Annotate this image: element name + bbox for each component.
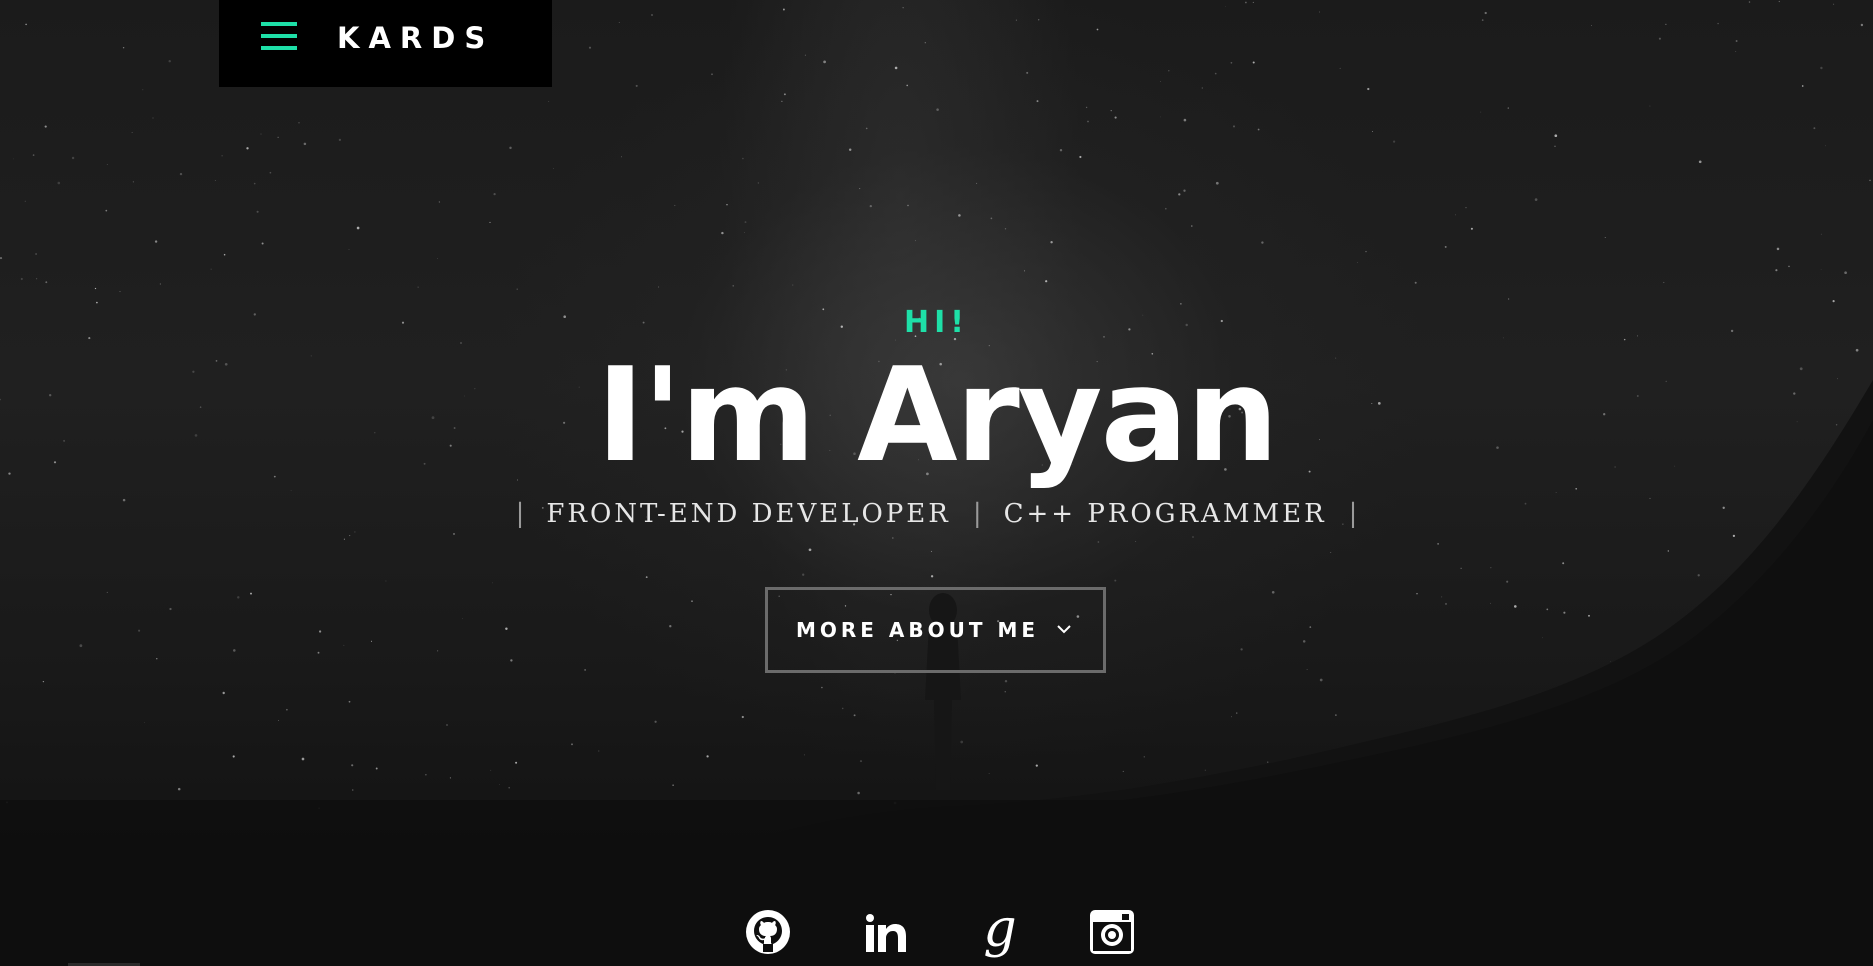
github-icon[interactable] xyxy=(744,908,792,958)
google-icon[interactable]: g xyxy=(976,908,1024,959)
hero-greeting: HI! xyxy=(904,305,969,340)
role-front-end: FRONT-END DEVELOPER xyxy=(546,499,951,529)
social-links: g xyxy=(744,908,1134,966)
role-separator: | xyxy=(1348,499,1358,529)
svg-text:g: g xyxy=(983,908,1016,959)
hero-title: I'm Aryan xyxy=(596,339,1279,491)
linkedin-icon[interactable] xyxy=(862,908,910,958)
more-about-me-label: MORE ABOUT ME xyxy=(795,618,1040,642)
more-about-me-button[interactable]: MORE ABOUT ME xyxy=(765,587,1106,673)
hero-section: HI! I'm Aryan | FRONT-END DEVELOPER | C++ P… xyxy=(0,0,1873,966)
chevron-down-icon xyxy=(1053,590,1075,670)
role-cpp: C++ PROGRAMMER xyxy=(1003,499,1327,529)
instagram-icon[interactable] xyxy=(1088,908,1136,958)
role-separator: | xyxy=(972,499,982,529)
role-separator: | xyxy=(515,499,525,529)
hero-roles: | FRONT-END DEVELOPER | C++ PROGRAMMER | xyxy=(0,494,1873,534)
